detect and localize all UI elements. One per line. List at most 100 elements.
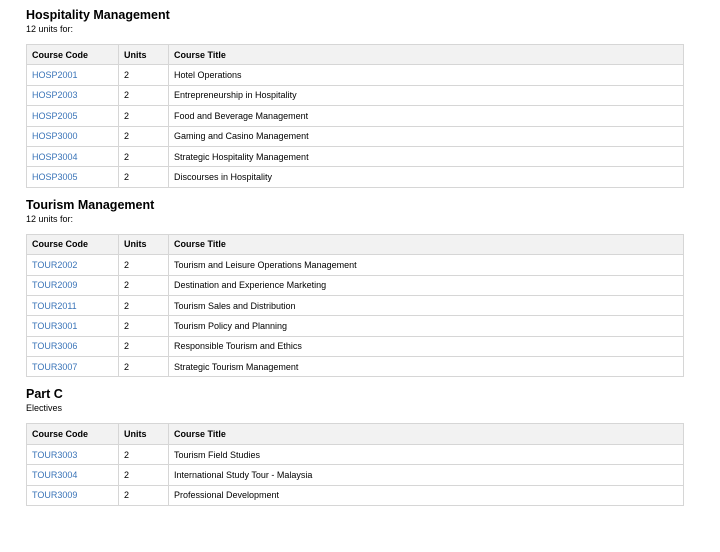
course-title-cell: Responsible Tourism and Ethics [168, 335, 684, 358]
table-row: TOUR3003 2 Tourism Field Studies [26, 443, 684, 466]
units-cell: 2 [118, 356, 169, 378]
course-title-cell: Tourism and Leisure Operations Managemen… [168, 254, 684, 276]
course-code-cell: HOSP2001 [26, 64, 119, 86]
course-code-cell: TOUR3001 [26, 315, 119, 337]
table-row: HOSP3005 2 Discourses in Hospitality [26, 166, 684, 188]
course-title-cell: Entrepreneurship in Hospitality [168, 84, 684, 107]
table-row: HOSP2005 2 Food and Beverage Management [26, 105, 684, 127]
course-code-link[interactable]: TOUR2002 [32, 260, 77, 270]
course-title-cell: Destination and Experience Marketing [168, 274, 684, 296]
course-table: Course Code Units Course Title TOUR3003 … [26, 423, 684, 507]
section-title: Tourism Management [26, 197, 155, 212]
course-code-cell: TOUR2009 [26, 274, 119, 296]
course-code-link[interactable]: HOSP2001 [32, 70, 78, 80]
units-cell: 2 [118, 274, 169, 296]
table-row: HOSP2001 2 Hotel Operations [26, 64, 684, 86]
course-title-cell: Discourses in Hospitality [168, 166, 684, 188]
course-table: Course Code Units Course Title HOSP2001 … [26, 43, 684, 188]
course-code-link[interactable]: TOUR2011 [32, 301, 77, 311]
course-code-cell: TOUR3007 [26, 356, 119, 378]
units-cell: 2 [118, 125, 169, 147]
course-code-cell: HOSP3005 [26, 166, 119, 188]
table-row: TOUR3007 2 Strategic Tourism Management [26, 356, 684, 378]
column-header-course-code: Course Code [26, 233, 119, 256]
course-code-link[interactable]: TOUR3003 [32, 450, 77, 460]
units-cell: 2 [118, 64, 169, 86]
units-cell: 2 [118, 335, 169, 358]
section-title: Hospitality Management [26, 8, 170, 22]
units-cell: 2 [118, 315, 169, 337]
course-title-cell: Professional Development [168, 484, 684, 507]
course-list-page: Hospitality Management 12 units for: Cou… [26, 8, 684, 507]
course-code-link[interactable]: TOUR3004 [32, 470, 77, 480]
table-row: HOSP3004 2 Strategic Hospitality Managem… [26, 145, 684, 168]
course-code-cell: TOUR2002 [26, 254, 119, 276]
course-code-cell: HOSP2005 [26, 105, 119, 127]
table-row: TOUR3006 2 Responsible Tourism and Ethic… [26, 335, 684, 358]
section-subtitle: Electives [26, 403, 63, 414]
course-code-cell: TOUR3003 [26, 443, 119, 466]
section-part-c: Part C Electives Course Code Units Cours… [26, 387, 684, 507]
course-code-cell: TOUR3009 [26, 484, 119, 507]
course-code-cell: TOUR3004 [26, 464, 119, 486]
units-cell: 2 [118, 84, 169, 107]
course-title-cell: Tourism Field Studies [168, 443, 684, 466]
column-header-course-code: Course Code [26, 423, 119, 445]
course-code-link[interactable]: TOUR2009 [32, 280, 77, 290]
table-row: TOUR3001 2 Tourism Policy and Planning [26, 315, 684, 337]
course-title-cell: Tourism Policy and Planning [168, 315, 684, 337]
column-header-course-title: Course Title [168, 43, 684, 66]
course-code-link[interactable]: TOUR3007 [32, 362, 77, 372]
course-code-cell: TOUR2011 [26, 294, 119, 317]
course-title-cell: Gaming and Casino Management [168, 125, 684, 147]
units-cell: 2 [118, 294, 169, 317]
section-hospitality-management: Hospitality Management 12 units for: Cou… [26, 8, 684, 188]
course-title-cell: Strategic Hospitality Management [168, 145, 684, 168]
section-subtitle: 12 units for: [26, 213, 74, 224]
course-code-link[interactable]: TOUR3001 [32, 321, 77, 331]
table-row: TOUR3004 2 International Study Tour - Ma… [26, 464, 684, 486]
column-header-course-code: Course Code [26, 43, 119, 66]
table-header-row: Course Code Units Course Title [26, 233, 684, 256]
column-header-units: Units [118, 233, 169, 256]
course-code-link[interactable]: HOSP3005 [32, 172, 78, 182]
course-title-cell: Tourism Sales and Distribution [168, 294, 684, 317]
units-cell: 2 [118, 464, 169, 486]
course-code-link[interactable]: HOSP2003 [32, 90, 78, 100]
course-code-cell: TOUR3006 [26, 335, 119, 358]
units-cell: 2 [118, 145, 169, 168]
section-tourism-management: Tourism Management 12 units for: Course … [26, 197, 684, 378]
table-header-row: Course Code Units Course Title [26, 423, 684, 445]
units-cell: 2 [118, 254, 169, 276]
course-code-cell: HOSP2003 [26, 84, 119, 107]
course-code-cell: HOSP3004 [26, 145, 119, 168]
table-row: TOUR2011 2 Tourism Sales and Distributio… [26, 294, 684, 317]
table-header-row: Course Code Units Course Title [26, 43, 684, 66]
table-row: TOUR2002 2 Tourism and Leisure Operation… [26, 254, 684, 276]
table-row: TOUR3009 2 Professional Development [26, 484, 684, 507]
course-title-cell: Hotel Operations [168, 64, 684, 86]
units-cell: 2 [118, 166, 169, 188]
column-header-units: Units [118, 423, 169, 445]
course-code-link[interactable]: HOSP3000 [32, 131, 78, 141]
column-header-units: Units [118, 43, 169, 66]
course-code-cell: HOSP3000 [26, 125, 119, 147]
course-title-cell: Food and Beverage Management [168, 105, 684, 127]
table-row: HOSP3000 2 Gaming and Casino Management [26, 125, 684, 147]
course-code-link[interactable]: HOSP2005 [32, 111, 78, 121]
course-table: Course Code Units Course Title TOUR2002 … [26, 233, 684, 378]
section-subtitle: 12 units for: [26, 24, 74, 34]
section-title: Part C [26, 387, 63, 402]
course-title-cell: Strategic Tourism Management [168, 356, 684, 378]
table-row: TOUR2009 2 Destination and Experience Ma… [26, 274, 684, 296]
units-cell: 2 [118, 443, 169, 466]
column-header-course-title: Course Title [168, 233, 684, 256]
column-header-course-title: Course Title [168, 423, 684, 445]
table-row: HOSP2003 2 Entrepreneurship in Hospitali… [26, 84, 684, 107]
course-code-link[interactable]: TOUR3006 [32, 341, 77, 351]
units-cell: 2 [118, 484, 169, 507]
course-title-cell: International Study Tour - Malaysia [168, 464, 684, 486]
course-code-link[interactable]: TOUR3009 [32, 490, 77, 500]
units-cell: 2 [118, 105, 169, 127]
course-code-link[interactable]: HOSP3004 [32, 152, 78, 162]
